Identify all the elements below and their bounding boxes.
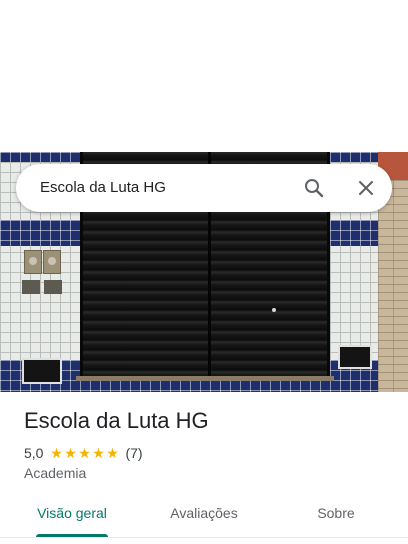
search-input[interactable]: Escola da Luta HG (40, 164, 166, 212)
close-icon[interactable] (354, 176, 378, 200)
rating-value: 5,0 (24, 445, 44, 461)
photo-brick-wall (378, 180, 408, 392)
tab-about[interactable]: Sobre (290, 490, 382, 536)
star-icon: ★ (50, 445, 63, 461)
photo-wall-box (22, 358, 62, 384)
photo-meter-base (22, 280, 40, 294)
rating-row[interactable]: 5,0 ★ ★ ★ ★ ★ (7) (24, 444, 143, 462)
star-icon: ★ (106, 445, 119, 461)
star-icon: ★ (92, 445, 105, 461)
photo-door-sill (76, 376, 334, 381)
place-title: Escola da Luta HG (24, 408, 209, 433)
photo-meter-base (44, 280, 62, 294)
photo-meter-box (24, 250, 42, 274)
star-icon: ★ (78, 445, 91, 461)
photo-shutter-lock (272, 308, 276, 312)
tab-reviews[interactable]: Avaliações (150, 490, 258, 536)
review-count[interactable]: (7) (125, 445, 142, 461)
star-rating: ★ ★ ★ ★ ★ (49, 446, 119, 460)
photo-wall-box (338, 345, 372, 369)
search-bar[interactable]: Escola da Luta HG (16, 164, 392, 212)
active-tab-indicator (36, 534, 108, 537)
place-category: Academia (24, 465, 87, 481)
star-icon: ★ (64, 445, 77, 461)
tab-bar: Visão geral Avaliações Sobre (0, 490, 408, 538)
tab-overview[interactable]: Visão geral (20, 490, 124, 536)
search-icon[interactable] (302, 176, 326, 200)
photo-meter-box (43, 250, 61, 274)
